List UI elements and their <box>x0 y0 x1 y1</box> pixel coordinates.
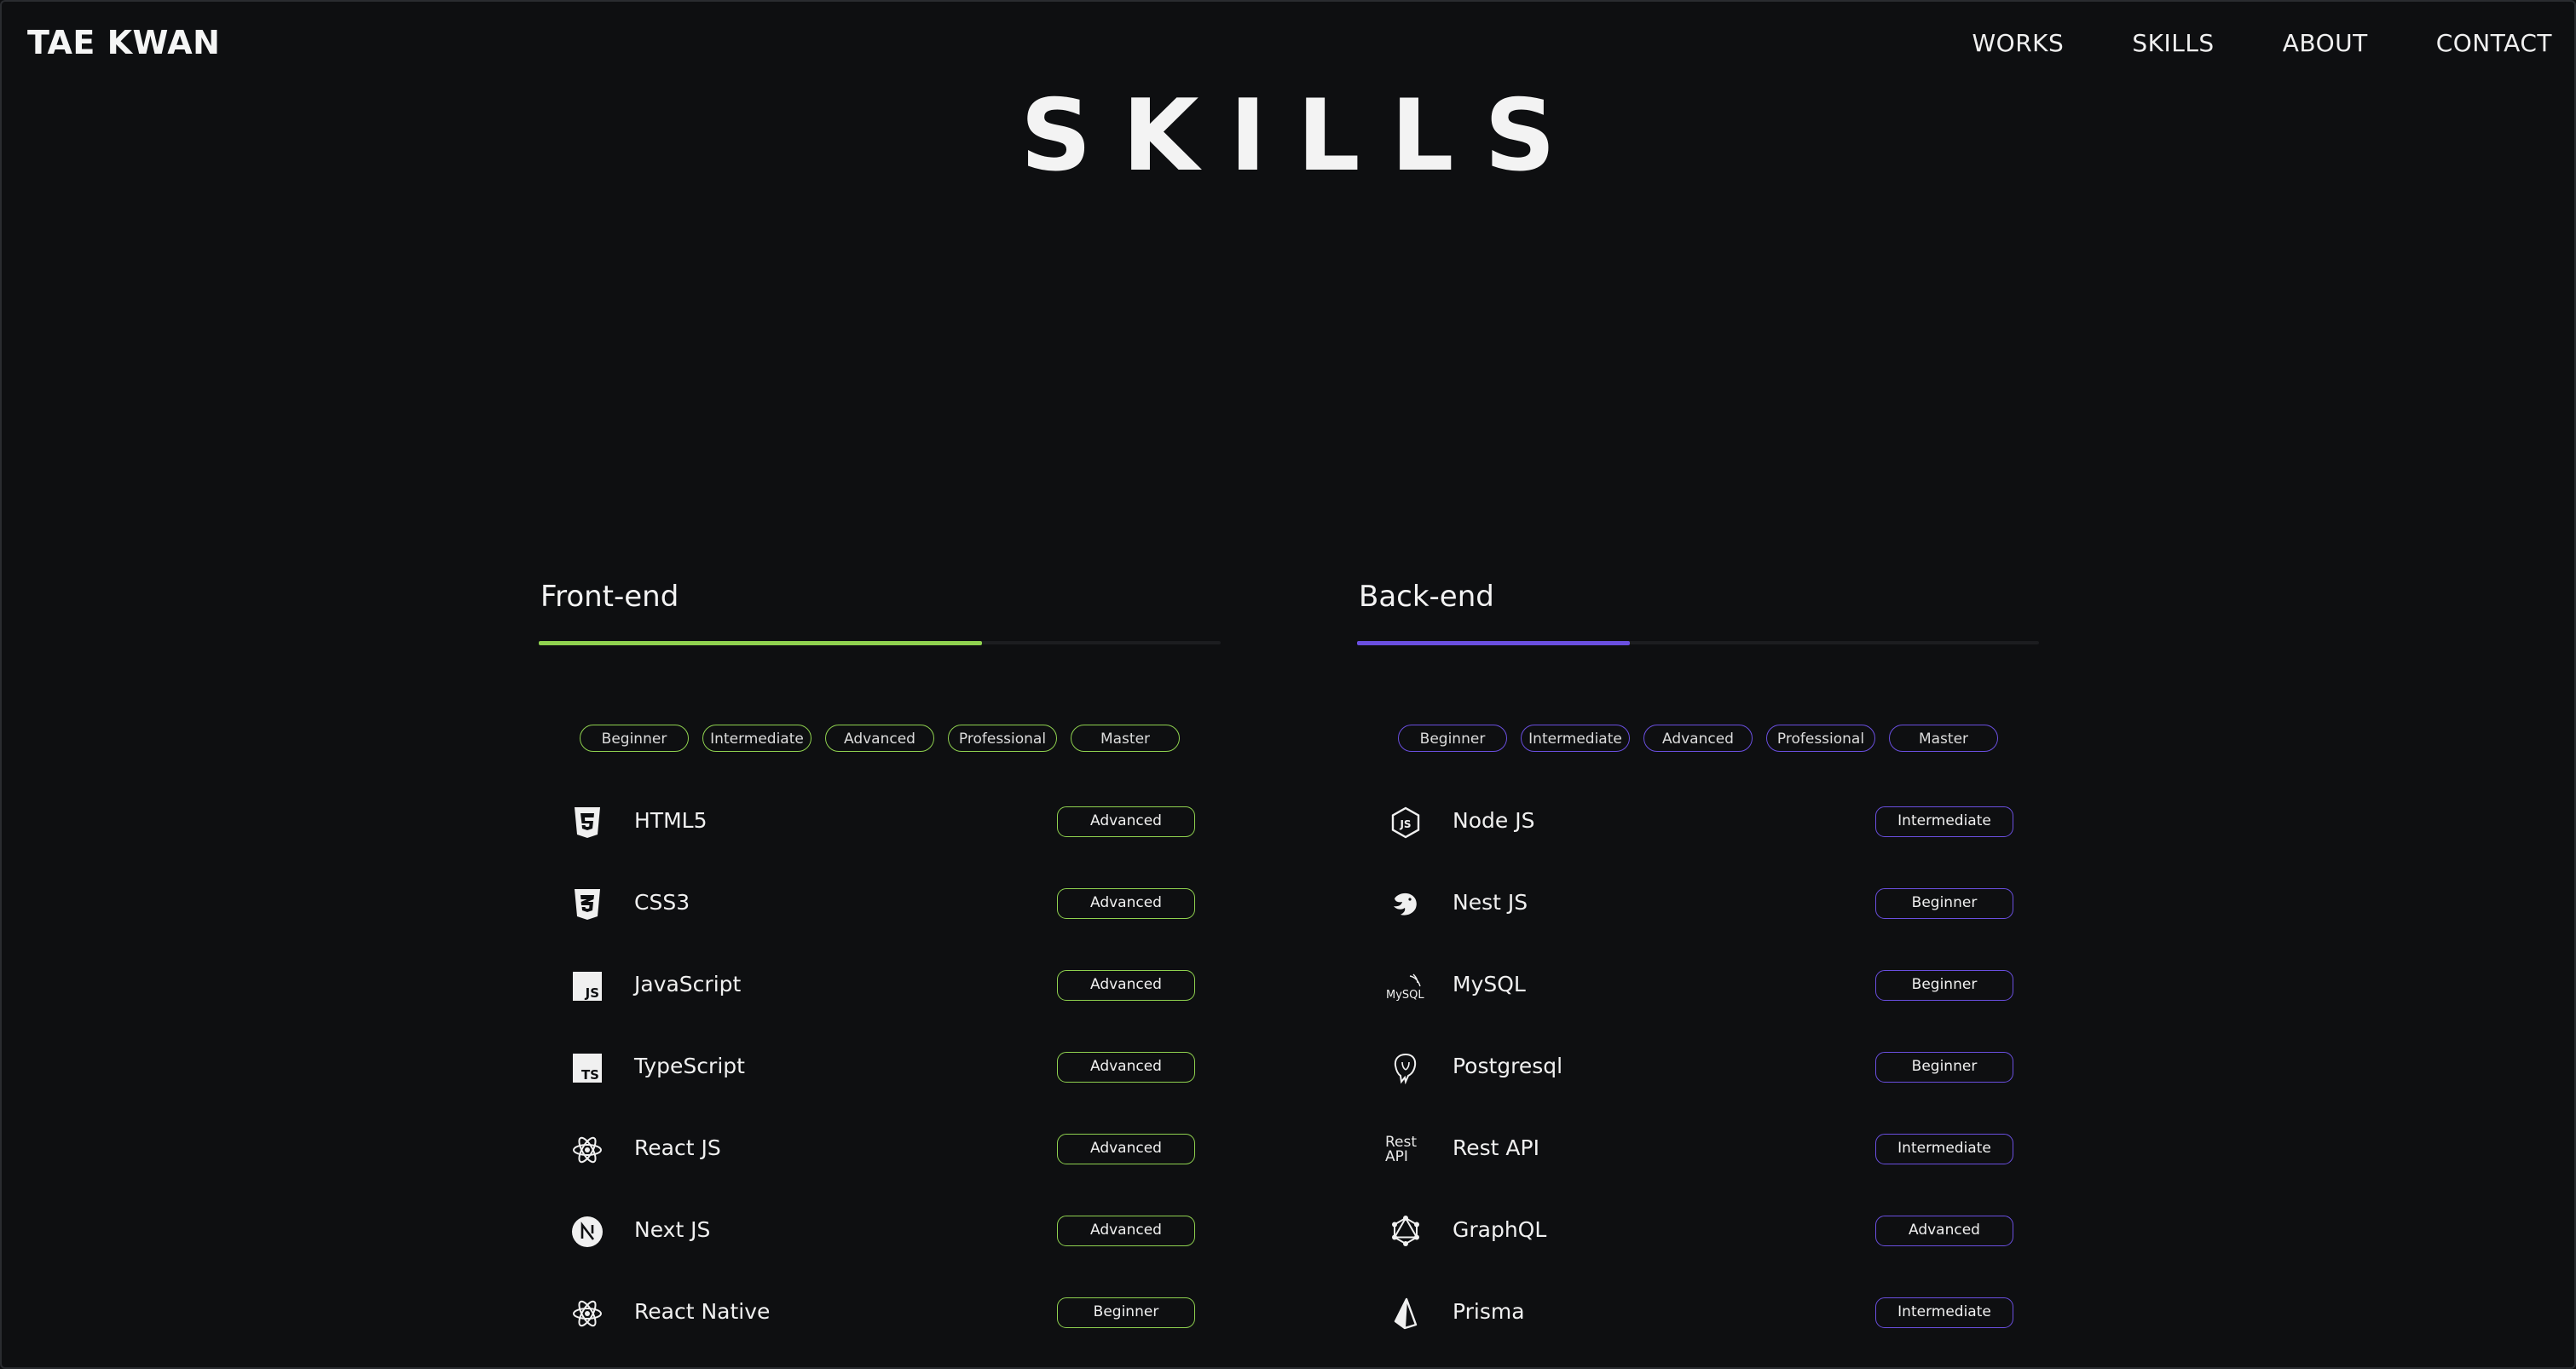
rest-api-icon-text: Rest API <box>1385 1134 1418 1165</box>
level-chip-professional[interactable]: Professional <box>948 725 1057 752</box>
rest-api-icon: Rest API <box>1384 1129 1427 1171</box>
nav-works[interactable]: WORKS <box>1972 29 2065 57</box>
nav-skills[interactable]: SKILLS <box>2132 29 2214 57</box>
skill-row: JS JavaScript Advanced <box>539 946 1221 1028</box>
frontend-level-legend: Beginner Intermediate Advanced Professio… <box>539 725 1221 752</box>
css3-icon <box>566 883 609 926</box>
skill-row: MySQL MySQL Beginner <box>1357 946 2039 1028</box>
javascript-icon: JS <box>566 965 609 1008</box>
level-chip-beginner[interactable]: Beginner <box>580 725 689 752</box>
backend-title: Back-end <box>1359 580 1494 614</box>
level-chip-master[interactable]: Master <box>1889 725 1998 752</box>
skill-name: TypeScript <box>634 1054 745 1078</box>
skill-level-badge: Advanced <box>1057 806 1195 837</box>
typescript-icon: TS <box>566 1047 609 1089</box>
react-icon <box>566 1292 609 1335</box>
skill-row: React Native Beginner <box>539 1274 1221 1355</box>
skill-row: CSS3 Advanced <box>539 864 1221 946</box>
skill-name: Rest API <box>1453 1135 1539 1160</box>
skill-row: GraphQL Advanced <box>1357 1192 2039 1274</box>
skill-name: React Native <box>634 1299 771 1324</box>
level-chip-advanced[interactable]: Advanced <box>1643 725 1753 752</box>
level-chip-beginner[interactable]: Beginner <box>1398 725 1507 752</box>
svg-text:JS: JS <box>1399 818 1411 830</box>
skill-name: Nest JS <box>1453 890 1528 915</box>
level-chip-professional[interactable]: Professional <box>1766 725 1875 752</box>
skill-name: Postgresql <box>1453 1054 1563 1078</box>
window-frame <box>0 0 2576 1369</box>
skill-name: HTML5 <box>634 808 708 833</box>
graphql-icon <box>1384 1210 1427 1253</box>
skill-name: Next JS <box>634 1217 711 1242</box>
mysql-icon-text: MySQL <box>1386 989 1424 1002</box>
level-chip-intermediate[interactable]: Intermediate <box>702 725 811 752</box>
skill-level-badge: Advanced <box>1057 970 1195 1001</box>
backend-progress-track <box>1357 641 2039 645</box>
skill-level-badge: Intermediate <box>1875 806 2013 837</box>
skill-row: Postgresql Beginner <box>1357 1028 2039 1110</box>
level-chip-master[interactable]: Master <box>1071 725 1180 752</box>
skill-name: CSS3 <box>634 890 690 915</box>
skill-level-badge: Advanced <box>1057 1134 1195 1164</box>
skill-level-badge: Advanced <box>1057 1052 1195 1083</box>
skill-level-badge: Beginner <box>1875 1052 2013 1083</box>
mysql-icon: MySQL <box>1384 965 1427 1008</box>
skill-row: Prisma Intermediate <box>1357 1274 2039 1355</box>
prisma-icon <box>1384 1292 1427 1335</box>
skill-row: Next JS Advanced <box>539 1192 1221 1274</box>
skill-row: TS TypeScript Advanced <box>539 1028 1221 1110</box>
skill-name: GraphQL <box>1453 1217 1547 1242</box>
skill-level-badge: Beginner <box>1057 1297 1195 1328</box>
skill-level-badge: Beginner <box>1875 888 2013 919</box>
nodejs-icon: JS <box>1384 801 1427 844</box>
skill-row: Nest JS Beginner <box>1357 864 2039 946</box>
skill-name: Node JS <box>1453 808 1535 833</box>
skill-level-badge: Advanced <box>1057 1216 1195 1246</box>
backend-skill-list: JS Node JS Intermediate Nest JS Beginner… <box>1357 783 2039 1355</box>
skill-row: HTML5 Advanced <box>539 783 1221 864</box>
skill-row: React JS Advanced <box>539 1110 1221 1192</box>
skill-name: MySQL <box>1453 972 1526 996</box>
skill-level-badge: Intermediate <box>1875 1297 2013 1328</box>
frontend-title: Front-end <box>540 580 679 614</box>
level-chip-intermediate[interactable]: Intermediate <box>1521 725 1630 752</box>
skill-name: JavaScript <box>634 972 742 996</box>
frontend-progress-track <box>539 641 1221 645</box>
level-chip-advanced[interactable]: Advanced <box>825 725 934 752</box>
react-icon <box>566 1129 609 1171</box>
nav-about[interactable]: ABOUT <box>2283 29 2368 57</box>
skill-row: JS Node JS Intermediate <box>1357 783 2039 864</box>
nextjs-icon <box>566 1210 609 1253</box>
nestjs-icon <box>1384 883 1427 926</box>
skill-level-badge: Beginner <box>1875 970 2013 1001</box>
svg-text:TS: TS <box>581 1067 599 1083</box>
skill-name: React JS <box>634 1135 721 1160</box>
skill-level-badge: Intermediate <box>1875 1134 2013 1164</box>
frontend-progress-fill <box>539 641 982 645</box>
svg-text:JS: JS <box>585 985 599 1001</box>
postgresql-icon <box>1384 1047 1427 1089</box>
page-title: SKILLS <box>1020 78 1586 194</box>
skill-level-badge: Advanced <box>1875 1216 2013 1246</box>
skill-level-badge: Advanced <box>1057 888 1195 919</box>
frontend-skill-list: HTML5 Advanced CSS3 Advanced JS JavaScri… <box>539 783 1221 1355</box>
nav-contact[interactable]: CONTACT <box>2436 29 2552 57</box>
site-logo[interactable]: TAE KWAN <box>27 24 220 61</box>
backend-panel: Back-end Beginner Intermediate Advanced … <box>1357 580 2039 1355</box>
backend-progress-fill <box>1357 641 1630 645</box>
html5-icon <box>566 801 609 844</box>
skill-row: Rest API Rest API Intermediate <box>1357 1110 2039 1192</box>
skill-name: Prisma <box>1453 1299 1525 1324</box>
frontend-panel: Front-end Beginner Intermediate Advanced… <box>539 580 1221 1355</box>
backend-level-legend: Beginner Intermediate Advanced Professio… <box>1357 725 2039 752</box>
main-nav: WORKS SKILLS ABOUT CONTACT <box>1972 29 2553 57</box>
